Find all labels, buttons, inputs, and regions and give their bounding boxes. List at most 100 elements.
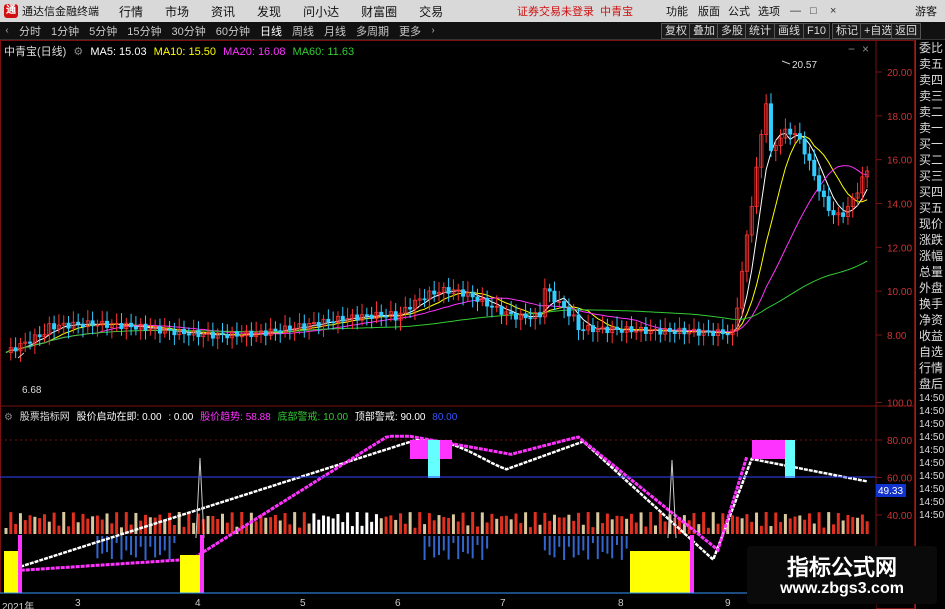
- period-intraday[interactable]: 分时: [19, 23, 41, 39]
- right-panel-item[interactable]: 委比: [916, 40, 945, 56]
- period-1min[interactable]: 1分钟: [51, 23, 79, 39]
- menu-layout[interactable]: 版面: [698, 3, 720, 19]
- stock-chart[interactable]: 20.00 18.00 16.00 14.00 12.00 10.00 8.00 100.0 8…: [0, 40, 915, 609]
- indicator-legend: ⚙ 股票指标网 股价启动在即: 0.00 : 0.00 股价趋势: 58.88 …: [4, 408, 461, 423]
- right-panel-item[interactable]: 盘后: [916, 376, 945, 392]
- menu-function[interactable]: 功能: [666, 3, 688, 19]
- indicator-bar: [211, 516, 215, 534]
- indicator-bar: [230, 512, 234, 534]
- indicator-bar: [100, 519, 104, 534]
- right-panel-item[interactable]: 收益: [916, 328, 945, 344]
- candle-body: [547, 288, 552, 292]
- candle-body: [725, 333, 730, 336]
- right-panel-item[interactable]: 买三: [916, 168, 945, 184]
- period-5min[interactable]: 5分钟: [89, 23, 117, 39]
- period-daily[interactable]: 日线: [260, 23, 282, 39]
- candle-body: [817, 175, 822, 192]
- right-panel-item[interactable]: 自选: [916, 344, 945, 360]
- right-panel-item[interactable]: 换手: [916, 296, 945, 312]
- right-panel-item[interactable]: 卖二: [916, 104, 945, 120]
- adjust-button[interactable]: 复权: [661, 23, 691, 39]
- period-multi[interactable]: 多周期: [356, 23, 389, 39]
- candle-body: [523, 313, 528, 319]
- overlay-button[interactable]: 叠加: [689, 23, 719, 39]
- ind-level-label: 80.00: [432, 412, 458, 423]
- minus-icon[interactable]: −: [848, 42, 855, 56]
- menu-wealth[interactable]: 财富圈: [361, 3, 397, 20]
- right-panel-item[interactable]: 14:50: [916, 444, 945, 457]
- menu-options[interactable]: 选项: [758, 3, 780, 19]
- menu-trade[interactable]: 交易: [419, 3, 443, 20]
- guest-user[interactable]: 游客: [915, 3, 937, 19]
- right-panel-item[interactable]: 14:50: [916, 457, 945, 470]
- right-panel-item[interactable]: 卖一: [916, 120, 945, 136]
- right-panel-item[interactable]: 买五: [916, 200, 945, 216]
- period-weekly[interactable]: 周线: [292, 23, 314, 39]
- menu-discover[interactable]: 发现: [257, 3, 281, 20]
- period-more[interactable]: 更多: [399, 23, 421, 39]
- close-icon[interactable]: ×: [862, 42, 869, 56]
- indicator-neg-bar: [438, 536, 440, 556]
- chevron-left-icon[interactable]: ‹: [0, 25, 14, 36]
- period-15min[interactable]: 15分钟: [127, 23, 161, 39]
- stats-button[interactable]: 统计: [745, 23, 775, 39]
- right-panel-item[interactable]: 14:50: [916, 418, 945, 431]
- right-panel-item[interactable]: 14:50: [916, 431, 945, 444]
- candle-body: [302, 323, 307, 330]
- multi-stock-button[interactable]: 多股: [717, 23, 747, 39]
- right-panel-item[interactable]: 涨跌: [916, 232, 945, 248]
- f10-button[interactable]: F10: [803, 23, 830, 39]
- chevron-right-icon[interactable]: ›: [426, 25, 440, 36]
- period-60min[interactable]: 60分钟: [216, 23, 250, 39]
- menu-market[interactable]: 行情: [119, 3, 143, 20]
- indicator-bar: [504, 515, 508, 534]
- candle-body: [513, 313, 518, 320]
- candle-body: [446, 287, 451, 294]
- menu-news[interactable]: 资讯: [211, 3, 235, 20]
- indicator-bar: [418, 512, 422, 534]
- menu-formula[interactable]: 公式: [728, 3, 750, 19]
- indicator-bar: [509, 519, 513, 534]
- right-panel-item[interactable]: 净资: [916, 312, 945, 328]
- login-notice[interactable]: 证券交易未登录 中青宝: [517, 3, 633, 19]
- right-panel-item[interactable]: 买一: [916, 136, 945, 152]
- right-panel-item[interactable]: 14:50: [916, 496, 945, 509]
- right-panel-item[interactable]: 卖四: [916, 72, 945, 88]
- indicator-bar: [730, 515, 734, 534]
- right-panel-item[interactable]: 14:50: [916, 509, 945, 522]
- indicator-bar: [14, 523, 18, 534]
- period-monthly[interactable]: 月线: [324, 23, 346, 39]
- right-panel-item[interactable]: 外盘: [916, 280, 945, 296]
- candle-body: [807, 153, 812, 161]
- drawline-button[interactable]: 画线: [774, 23, 804, 39]
- close-icon[interactable]: ×: [830, 5, 836, 17]
- right-panel-item[interactable]: 14:50: [916, 483, 945, 496]
- right-panel-item[interactable]: 卖三: [916, 88, 945, 104]
- gear-icon[interactable]: ⚙: [4, 412, 13, 423]
- back-button[interactable]: 返回: [891, 23, 921, 39]
- mark-button[interactable]: 标记: [832, 23, 862, 39]
- right-panel-item[interactable]: 行情: [916, 360, 945, 376]
- maximize-icon[interactable]: □: [810, 5, 817, 17]
- right-panel-item[interactable]: 现价: [916, 216, 945, 232]
- indicator-bar: [634, 522, 638, 534]
- right-panel-item[interactable]: 买四: [916, 184, 945, 200]
- right-panel-item[interactable]: 14:50: [916, 392, 945, 405]
- right-panel-item[interactable]: 卖五: [916, 56, 945, 72]
- right-panel-item[interactable]: 买二: [916, 152, 945, 168]
- right-panel-item[interactable]: 涨幅: [916, 248, 945, 264]
- gear-icon[interactable]: ⚙: [73, 46, 83, 58]
- candle-body: [379, 311, 384, 317]
- menu-ask[interactable]: 问小达: [303, 3, 339, 20]
- minimize-icon[interactable]: —: [790, 5, 801, 17]
- indicator-neg-bar: [168, 536, 171, 560]
- menu-market-list[interactable]: 市场: [165, 3, 189, 20]
- ma20-label: MA20: 16.08: [223, 46, 286, 58]
- candle-body: [672, 331, 677, 334]
- indicator-neg-bar: [447, 536, 450, 560]
- right-panel-item[interactable]: 总量: [916, 264, 945, 280]
- period-30min[interactable]: 30分钟: [172, 23, 206, 39]
- right-panel-item[interactable]: 14:50: [916, 405, 945, 418]
- right-panel-item[interactable]: 14:50: [916, 470, 945, 483]
- candle-body: [538, 312, 543, 318]
